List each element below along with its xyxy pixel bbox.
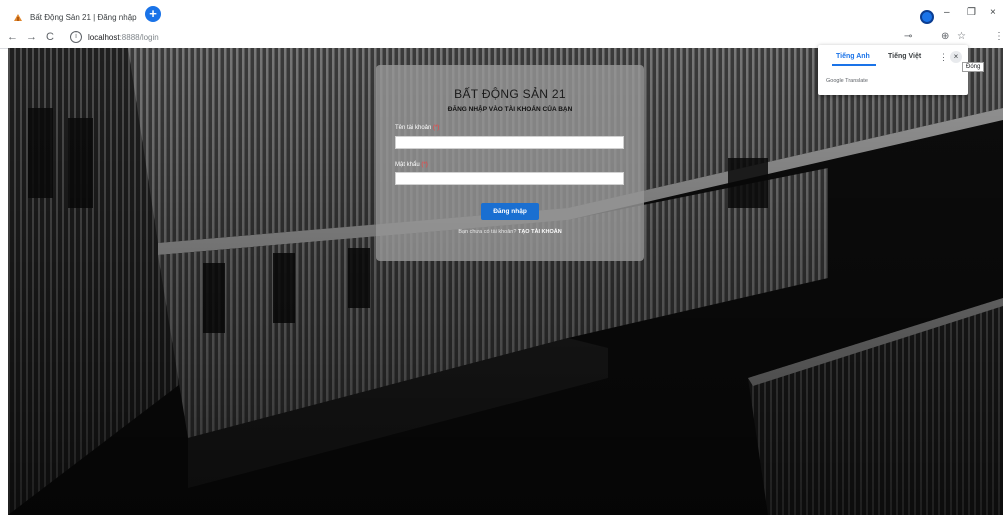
tab-title: Bất Động Sản 21 | Đăng nhập (30, 12, 137, 22)
reload-button[interactable]: C (46, 31, 54, 43)
username-label: Tên tài khoản (*) (395, 125, 439, 131)
password-label: Mật khẩu (*) (395, 162, 428, 168)
translate-active-tab-indicator (832, 64, 876, 66)
bookmark-star-icon[interactable]: ☆ (957, 31, 966, 42)
menu-kebab-icon[interactable]: ⋮ (994, 31, 1003, 42)
url-field[interactable]: i localhost:8888/login (70, 31, 159, 43)
minimize-button[interactable]: – (944, 7, 950, 18)
browser-tab[interactable]: Bất Động Sản 21 | Đăng nhập × (6, 7, 156, 27)
site-favicon-icon (12, 11, 24, 23)
back-button[interactable]: ← (7, 31, 18, 43)
translate-tab-vietnamese[interactable]: Tiếng Việt (888, 53, 921, 60)
url-host: localhost (88, 32, 120, 42)
password-input[interactable] (395, 172, 624, 185)
zoom-icon[interactable]: ⊕ (941, 31, 949, 42)
window-close-button[interactable]: × (990, 7, 996, 18)
translate-close-icon[interactable]: × (950, 51, 962, 63)
password-label-text: Mật khẩu (395, 162, 420, 168)
register-link[interactable]: TẠO TÀI KHOẢN (518, 229, 562, 235)
close-tooltip: Đóng (962, 62, 985, 72)
forward-button[interactable]: → (26, 31, 37, 43)
url-path: :8888/login (119, 32, 159, 42)
translate-options-icon[interactable]: ⋮ (939, 52, 948, 63)
username-required-mark: (*) (433, 125, 440, 131)
login-button[interactable]: Đăng nhập (481, 203, 539, 220)
register-prompt: Bạn chưa có tài khoản? TẠO TÀI KHOẢN (376, 229, 644, 235)
password-required-mark: (*) (421, 162, 428, 168)
new-tab-button[interactable]: + (145, 6, 161, 22)
translate-brand: Google Translate (826, 78, 868, 84)
login-card: BẤT ĐỘNG SẢN 21 ĐĂNG NHẬP VÀO TÀI KHOẢN … (376, 65, 644, 261)
login-subtitle: ĐĂNG NHẬP VÀO TÀI KHOẢN CỦA BẠN (447, 106, 573, 113)
register-prompt-text: Bạn chưa có tài khoản? (458, 229, 517, 235)
username-label-text: Tên tài khoản (395, 125, 432, 131)
key-icon[interactable]: ⊸ (904, 31, 912, 42)
browser-tab-strip: Bất Động Sản 21 | Đăng nhập × + – ❐ × (0, 0, 1003, 28)
site-brand-title: BẤT ĐỘNG SẢN 21 (454, 87, 566, 101)
restore-button[interactable]: ❐ (967, 7, 976, 18)
profile-icon[interactable] (920, 10, 934, 24)
site-info-icon[interactable]: i (70, 31, 82, 43)
translate-tab-english[interactable]: Tiếng Anh (836, 53, 870, 60)
username-input[interactable] (395, 136, 624, 149)
